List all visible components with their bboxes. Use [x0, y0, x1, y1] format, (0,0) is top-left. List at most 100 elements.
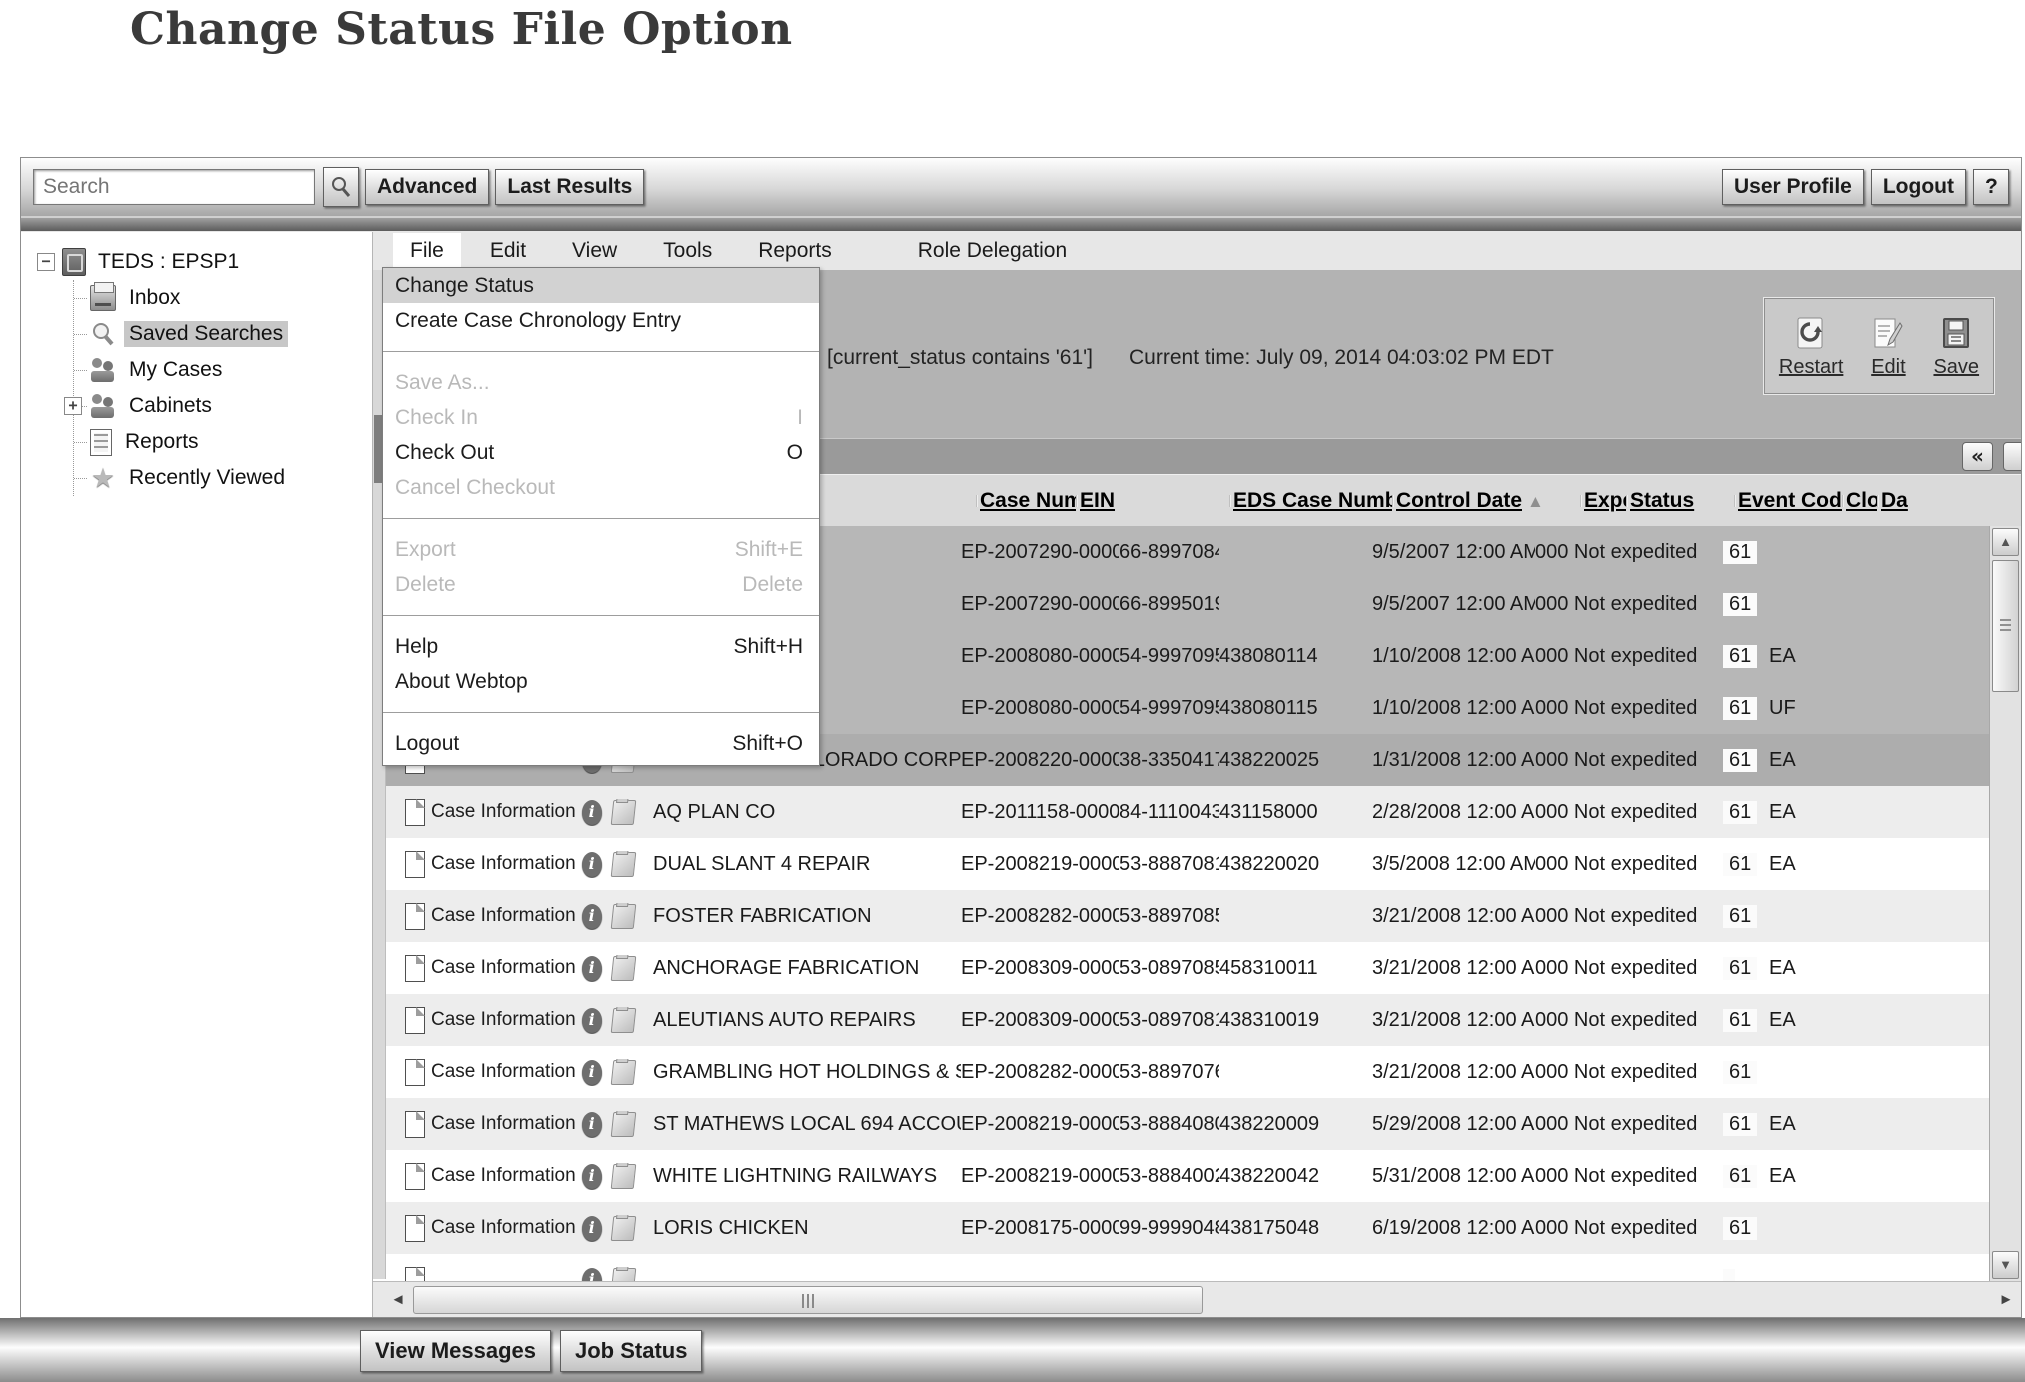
scroll-down-icon[interactable] [1992, 1251, 2019, 1279]
file-menu-item[interactable]: Check Out O [383, 435, 819, 470]
last-results-button[interactable]: Last Results [495, 169, 644, 205]
case-information-link[interactable]: Case Information [431, 905, 576, 927]
menu-bar-item[interactable]: View [555, 233, 634, 269]
column-header[interactable]: Event Code▲ [1734, 489, 1842, 513]
info-icon[interactable] [582, 1164, 602, 1189]
column-header[interactable]: EIN▲ [1076, 489, 1229, 513]
case-information-link[interactable]: Case Information [431, 1061, 576, 1083]
scroll-left-icon[interactable] [385, 1286, 411, 1314]
column-header[interactable]: EDS Case Number▲ [1229, 489, 1392, 513]
table-row[interactable]: Case Information ANCHORAGE FABRICATION E… [373, 942, 2021, 994]
case-information-link[interactable]: Case Information [431, 1009, 576, 1031]
column-header[interactable]: Da▲ [1877, 489, 1930, 513]
folder-icon[interactable] [610, 1216, 636, 1241]
table-row[interactable]: Case Information [373, 1254, 2021, 1281]
collapse-columns-icon[interactable] [1962, 442, 1993, 471]
file-menu-item[interactable]: Create Case Chronology Entry [383, 303, 819, 338]
column-header[interactable]: Case Number▲ [976, 489, 1076, 513]
file-menu-item[interactable] [383, 518, 819, 519]
logout-button[interactable]: Logout [1871, 169, 1966, 205]
file-menu-item[interactable]: Change Status [383, 268, 819, 303]
table-row[interactable]: Case Information WHITE LIGHTNING RAILWAY… [373, 1150, 2021, 1202]
folder-icon[interactable] [610, 904, 636, 929]
file-menu-item[interactable] [383, 351, 819, 352]
edit-button[interactable]: Edit [1871, 317, 1905, 379]
scroll-up-icon[interactable] [1992, 528, 2019, 556]
file-menu-item[interactable]: Check In I [383, 400, 819, 435]
file-menu-item[interactable]: Export Shift+E [383, 532, 819, 567]
info-icon[interactable] [582, 1216, 602, 1241]
job-status-button[interactable]: Job Status [560, 1330, 702, 1372]
sidebar-item-inbox[interactable]: Inbox [74, 280, 372, 316]
folder-icon[interactable] [610, 800, 636, 825]
column-header[interactable]: Closing Code▲ [1842, 489, 1877, 513]
file-menu-item[interactable] [383, 615, 819, 616]
help-button[interactable]: ? [1973, 169, 2009, 205]
user-profile-button[interactable]: User Profile [1722, 169, 1864, 205]
file-menu-item[interactable]: Save As... [383, 365, 819, 400]
folder-icon[interactable] [610, 1060, 636, 1085]
sidebar-item-my-cases[interactable]: My Cases [74, 352, 372, 388]
file-menu-item[interactable]: Help Shift+H [383, 629, 819, 664]
search-button[interactable] [323, 167, 359, 207]
sidebar-item-cabinets[interactable]: Cabinets [74, 388, 372, 424]
table-row[interactable]: Case Information LORIS CHICKEN EP-200817… [373, 1202, 2021, 1254]
menu-bar-item[interactable]: Role Delegation [901, 233, 1084, 269]
case-information-link[interactable]: Case Information [431, 801, 576, 823]
save-button[interactable]: Save [1933, 317, 1979, 379]
search-input[interactable] [33, 169, 315, 205]
table-row[interactable]: Case Information ST MATHEWS LOCAL 694 AC… [373, 1098, 2021, 1150]
file-menu-item[interactable]: Logout Shift+O [383, 726, 819, 761]
vertical-scrollbar-thumb[interactable] [1992, 560, 2019, 692]
info-icon[interactable] [582, 852, 602, 877]
column-header[interactable]: Status▲ [1626, 489, 1734, 513]
menu-bar-item[interactable]: Reports [741, 233, 849, 269]
info-icon[interactable] [582, 904, 602, 929]
info-icon[interactable] [582, 1268, 602, 1282]
case-information-link[interactable]: Case Information [431, 853, 576, 875]
file-menu-item[interactable]: Delete Delete [383, 567, 819, 602]
info-icon[interactable] [582, 1008, 602, 1033]
file-menu-item[interactable] [383, 712, 819, 713]
sidebar-item-recently-viewed[interactable]: Recently Viewed [74, 460, 372, 496]
file-menu-item[interactable]: About Webtop [383, 664, 819, 699]
sidebar-item-saved-searches[interactable]: Saved Searches [74, 316, 372, 352]
case-information-link[interactable]: Case Information [431, 1217, 576, 1239]
scroll-right-icon[interactable] [1993, 1286, 2019, 1314]
horizontal-scrollbar-thumb[interactable] [413, 1286, 1203, 1314]
table-row[interactable]: Case Information ALEUTIANS AUTO REPAIRS … [373, 994, 2021, 1046]
horizontal-scrollbar[interactable] [373, 1281, 2021, 1317]
info-icon[interactable] [582, 956, 602, 981]
case-information-link[interactable]: Case Information [431, 1113, 576, 1135]
table-row[interactable]: Case Information FOSTER FABRICATION EP-2… [373, 890, 2021, 942]
case-information-link[interactable]: Case Information [431, 1165, 576, 1187]
info-icon[interactable] [582, 1112, 602, 1137]
tree-root-teds[interactable]: TEDS : EPSP1 [37, 244, 372, 280]
sidebar-item-reports[interactable]: Reports [74, 424, 372, 460]
clipped-toolbar-icon[interactable] [2003, 442, 2021, 471]
folder-icon[interactable] [610, 852, 636, 877]
menu-bar-item[interactable]: Tools [646, 233, 729, 269]
info-icon[interactable] [582, 800, 602, 825]
table-row[interactable]: Case Information AQ PLAN CO EP-2011158-0… [373, 786, 2021, 838]
column-header[interactable]: Expedite Reason Code▲ [1580, 489, 1626, 513]
vertical-scrollbar[interactable] [1989, 526, 2021, 1281]
folder-icon[interactable] [610, 1164, 636, 1189]
folder-icon[interactable] [610, 1268, 636, 1282]
collapse-expand-icon[interactable] [37, 253, 55, 271]
file-menu-item[interactable]: Cancel Checkout [383, 470, 819, 505]
table-row[interactable]: Case Information DUAL SLANT 4 REPAIR EP-… [373, 838, 2021, 890]
table-row[interactable]: Case Information GRAMBLING HOT HOLDINGS … [373, 1046, 2021, 1098]
expand-icon[interactable] [64, 397, 82, 415]
folder-icon[interactable] [610, 956, 636, 981]
view-messages-button[interactable]: View Messages [360, 1330, 551, 1372]
advanced-button[interactable]: Advanced [365, 169, 489, 205]
restart-button[interactable]: Restart [1779, 317, 1843, 379]
folder-icon[interactable] [610, 1112, 636, 1137]
case-information-link[interactable]: Case Information [431, 957, 576, 979]
column-header[interactable]: Control Date▲ [1392, 489, 1580, 513]
info-icon[interactable] [582, 1060, 602, 1085]
folder-icon[interactable] [610, 1008, 636, 1033]
menu-bar-item[interactable]: Edit [473, 233, 543, 269]
menu-bar-item[interactable]: File [393, 233, 461, 269]
